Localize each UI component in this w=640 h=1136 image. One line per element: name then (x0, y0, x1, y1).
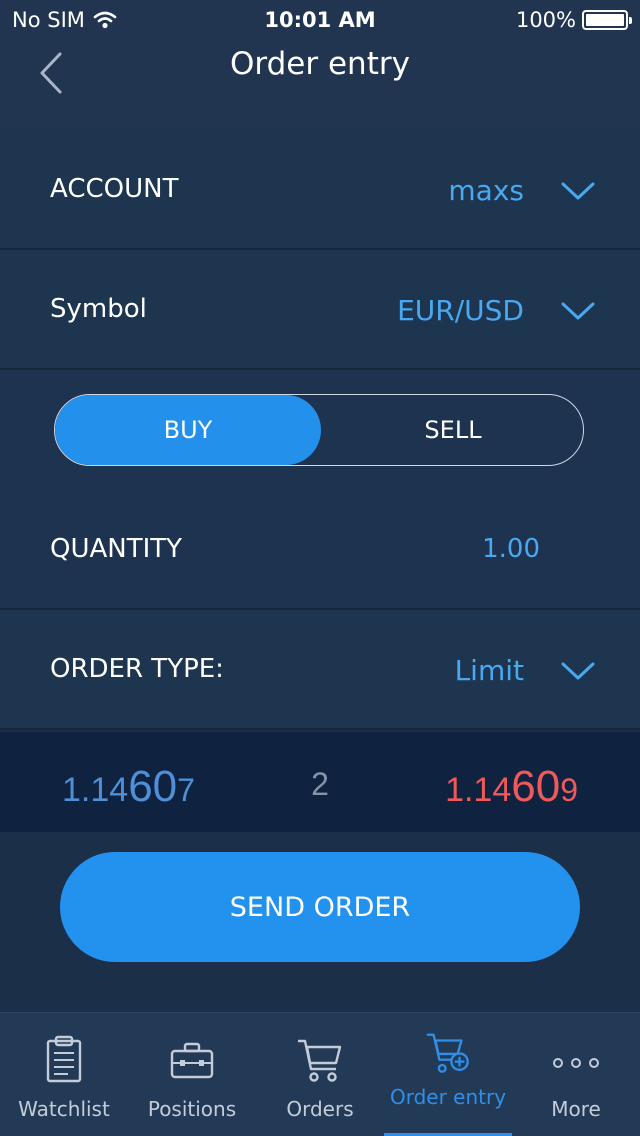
ask-price-suffix: 9 (560, 772, 578, 808)
tab-more[interactable]: More (512, 1013, 640, 1136)
ask-price-pips: 60 (511, 762, 561, 811)
tab-label: Positions (147, 1097, 237, 1121)
tab-label: Watchlist (18, 1097, 110, 1121)
quote-bar: 1.14607 2 1.14609 (0, 732, 640, 832)
briefcase-icon (170, 1042, 214, 1079)
account-row[interactable]: ACCOUNT maxs (0, 130, 640, 250)
battery-icon (582, 10, 632, 30)
clipboard-icon (46, 1035, 82, 1083)
account-label: ACCOUNT (50, 174, 179, 204)
order-type-row[interactable]: ORDER TYPE: Limit (0, 610, 640, 730)
ask-price-prefix: 1.14 (445, 771, 512, 809)
tab-watchlist[interactable]: Watchlist (0, 1013, 128, 1136)
page-title: Order entry (230, 46, 410, 82)
quantity-input[interactable]: 1.00 (482, 534, 540, 564)
side-quantity-section: BUY SELL QUANTITY 1.00 (0, 370, 640, 610)
account-value[interactable]: maxs (448, 174, 524, 207)
battery-group: 100% (515, 8, 632, 32)
tab-label: Orders (286, 1097, 354, 1121)
symbol-row[interactable]: Symbol EUR/USD (0, 250, 640, 370)
quantity-label: QUANTITY (50, 534, 183, 564)
chevron-down-icon[interactable] (560, 180, 596, 202)
tab-bar: Watchlist Positions Orders Order entry M… (0, 1012, 640, 1136)
ask-price[interactable]: 1.14609 (445, 762, 578, 812)
tab-orders[interactable]: Orders (256, 1013, 384, 1136)
symbol-label: Symbol (50, 294, 147, 324)
tab-label: More (551, 1097, 601, 1121)
cart-icon (298, 1039, 342, 1082)
sell-button[interactable]: SELL (321, 395, 583, 465)
status-bar: No SIM 10:01 AM 100% (0, 0, 640, 40)
order-type-label: ORDER TYPE: (50, 654, 224, 684)
side-segmented-control: BUY SELL (54, 394, 584, 466)
buy-button[interactable]: BUY (55, 395, 321, 465)
nav-bar: Order entry (0, 40, 640, 130)
order-type-value[interactable]: Limit (455, 654, 524, 687)
send-order-button[interactable]: SEND ORDER (60, 852, 580, 962)
tab-label: Order entry (389, 1085, 507, 1109)
tab-order-entry[interactable]: Order entry (384, 1013, 512, 1136)
symbol-value[interactable]: EUR/USD (397, 294, 524, 327)
cart-plus-icon (426, 1033, 469, 1073)
chevron-down-icon[interactable] (560, 300, 596, 322)
tab-positions[interactable]: Positions (128, 1013, 256, 1136)
more-dots-icon (553, 1058, 599, 1068)
order-form: ACCOUNT maxs Symbol EUR/USD BUY SELL QUA… (0, 130, 640, 1010)
battery-percent: 100% (515, 8, 576, 32)
chevron-down-icon[interactable] (560, 660, 596, 682)
